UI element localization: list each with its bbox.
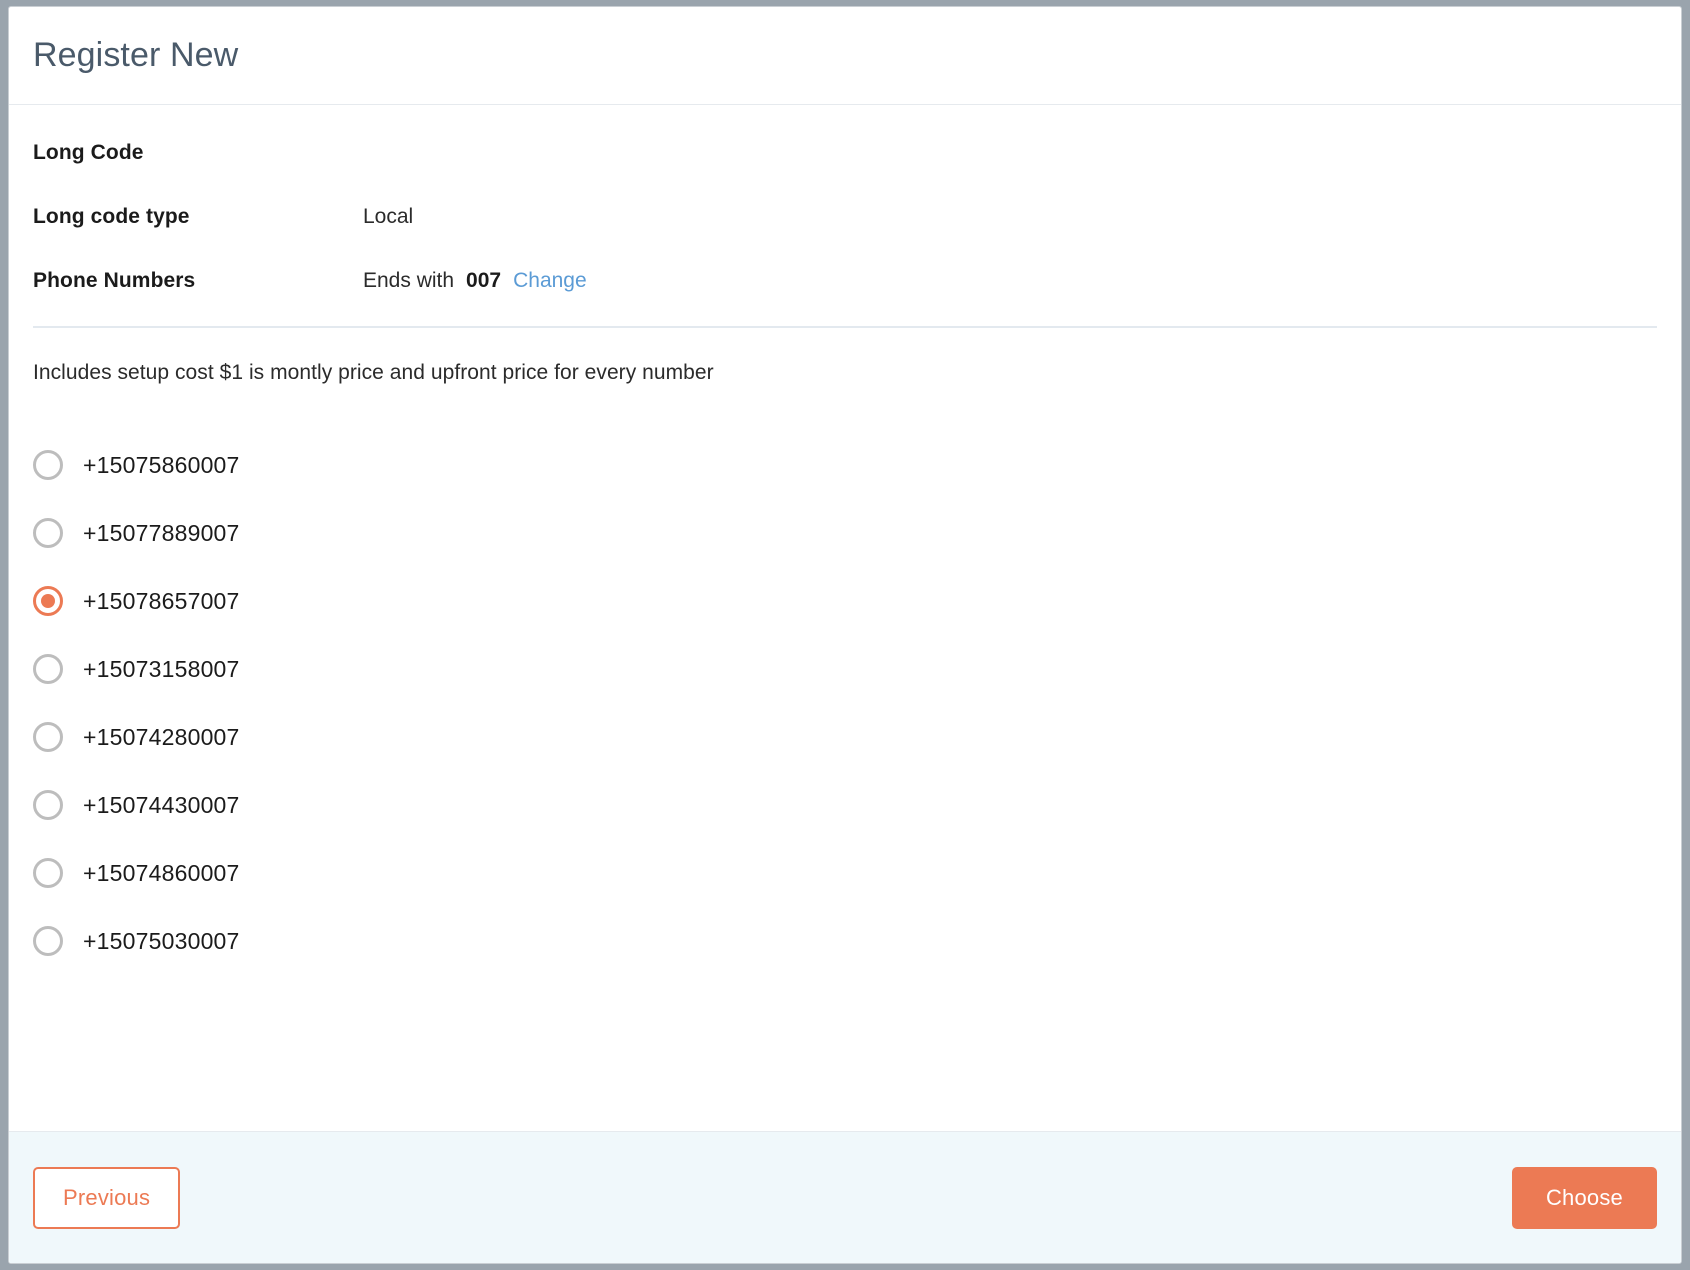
list-item-label: +15074860007 — [83, 859, 240, 886]
radio-dot-icon — [41, 526, 55, 540]
list-item[interactable]: +15078657007 — [33, 567, 1657, 635]
list-item-label: +15075030007 — [83, 927, 240, 954]
phone-numbers-prefix-text: Ends with — [363, 269, 455, 292]
long-code-type-label: Long code type — [33, 205, 190, 228]
card-body: Long Code Long code type Local Phone Num… — [9, 105, 1681, 1131]
summary-row-long-code-type: Long code type Local — [33, 205, 1657, 229]
radio-dot-icon — [41, 730, 55, 744]
radio-dot-icon — [41, 662, 55, 676]
list-item-label: +15078657007 — [83, 587, 240, 614]
long-code-type-value: Local — [363, 205, 413, 229]
list-item[interactable]: +15077889007 — [33, 499, 1657, 567]
long-code-type-value-text: Local — [363, 205, 414, 228]
phone-numbers-suffix-text: 007 — [466, 269, 502, 292]
radio-dot-icon — [41, 458, 55, 472]
radio-icon[interactable] — [33, 926, 63, 956]
long-code-label: Long Code — [33, 141, 144, 164]
radio-icon[interactable] — [33, 518, 63, 548]
radio-dot-icon — [41, 934, 55, 948]
list-item[interactable]: +15075860007 — [33, 431, 1657, 499]
radio-dot-icon — [41, 798, 55, 812]
list-item-label: +15075860007 — [83, 451, 240, 478]
card-footer: Previous Choose — [9, 1131, 1681, 1263]
page-title: Register New — [33, 36, 239, 74]
list-item-label: +15074280007 — [83, 723, 240, 750]
card-header: Register New — [9, 7, 1681, 105]
list-item-label: +15074430007 — [83, 791, 240, 818]
radio-icon[interactable] — [33, 858, 63, 888]
summary-section: Long Code Long code type Local Phone Num… — [33, 105, 1657, 293]
phone-numbers-label: Phone Numbers — [33, 269, 196, 292]
list-item[interactable]: +15074280007 — [33, 703, 1657, 771]
list-item[interactable]: +15073158007 — [33, 635, 1657, 703]
register-new-card: Register New Long Code Long code type Lo… — [8, 6, 1682, 1264]
radio-icon[interactable] — [33, 790, 63, 820]
pricing-note: Includes setup cost $1 is montly price a… — [33, 361, 714, 384]
radio-icon[interactable] — [33, 722, 63, 752]
previous-button[interactable]: Previous — [33, 1166, 181, 1229]
list-item-label: +15077889007 — [83, 519, 240, 546]
summary-row-long-code: Long Code — [33, 141, 1657, 165]
radio-icon[interactable] — [33, 654, 63, 684]
radio-icon[interactable] — [33, 450, 63, 480]
radio-icon[interactable] — [33, 586, 63, 616]
list-item-label: +15073158007 — [83, 655, 240, 682]
change-link[interactable]: Change — [513, 269, 587, 293]
list-item[interactable]: +15074860007 — [33, 839, 1657, 907]
list-item[interactable]: +15074430007 — [33, 771, 1657, 839]
phone-number-radio-group[interactable]: +15075860007 +15077889007 +15078657007 +… — [33, 385, 1657, 975]
list-item[interactable]: +15075030007 — [33, 907, 1657, 975]
radio-dot-icon — [41, 594, 55, 608]
summary-row-phone-numbers: Phone Numbers Ends with 007 Change — [33, 269, 1657, 293]
choose-button[interactable]: Choose — [1511, 1166, 1657, 1229]
radio-dot-icon — [41, 866, 55, 880]
phone-numbers-value: Ends with 007 Change — [363, 269, 587, 293]
